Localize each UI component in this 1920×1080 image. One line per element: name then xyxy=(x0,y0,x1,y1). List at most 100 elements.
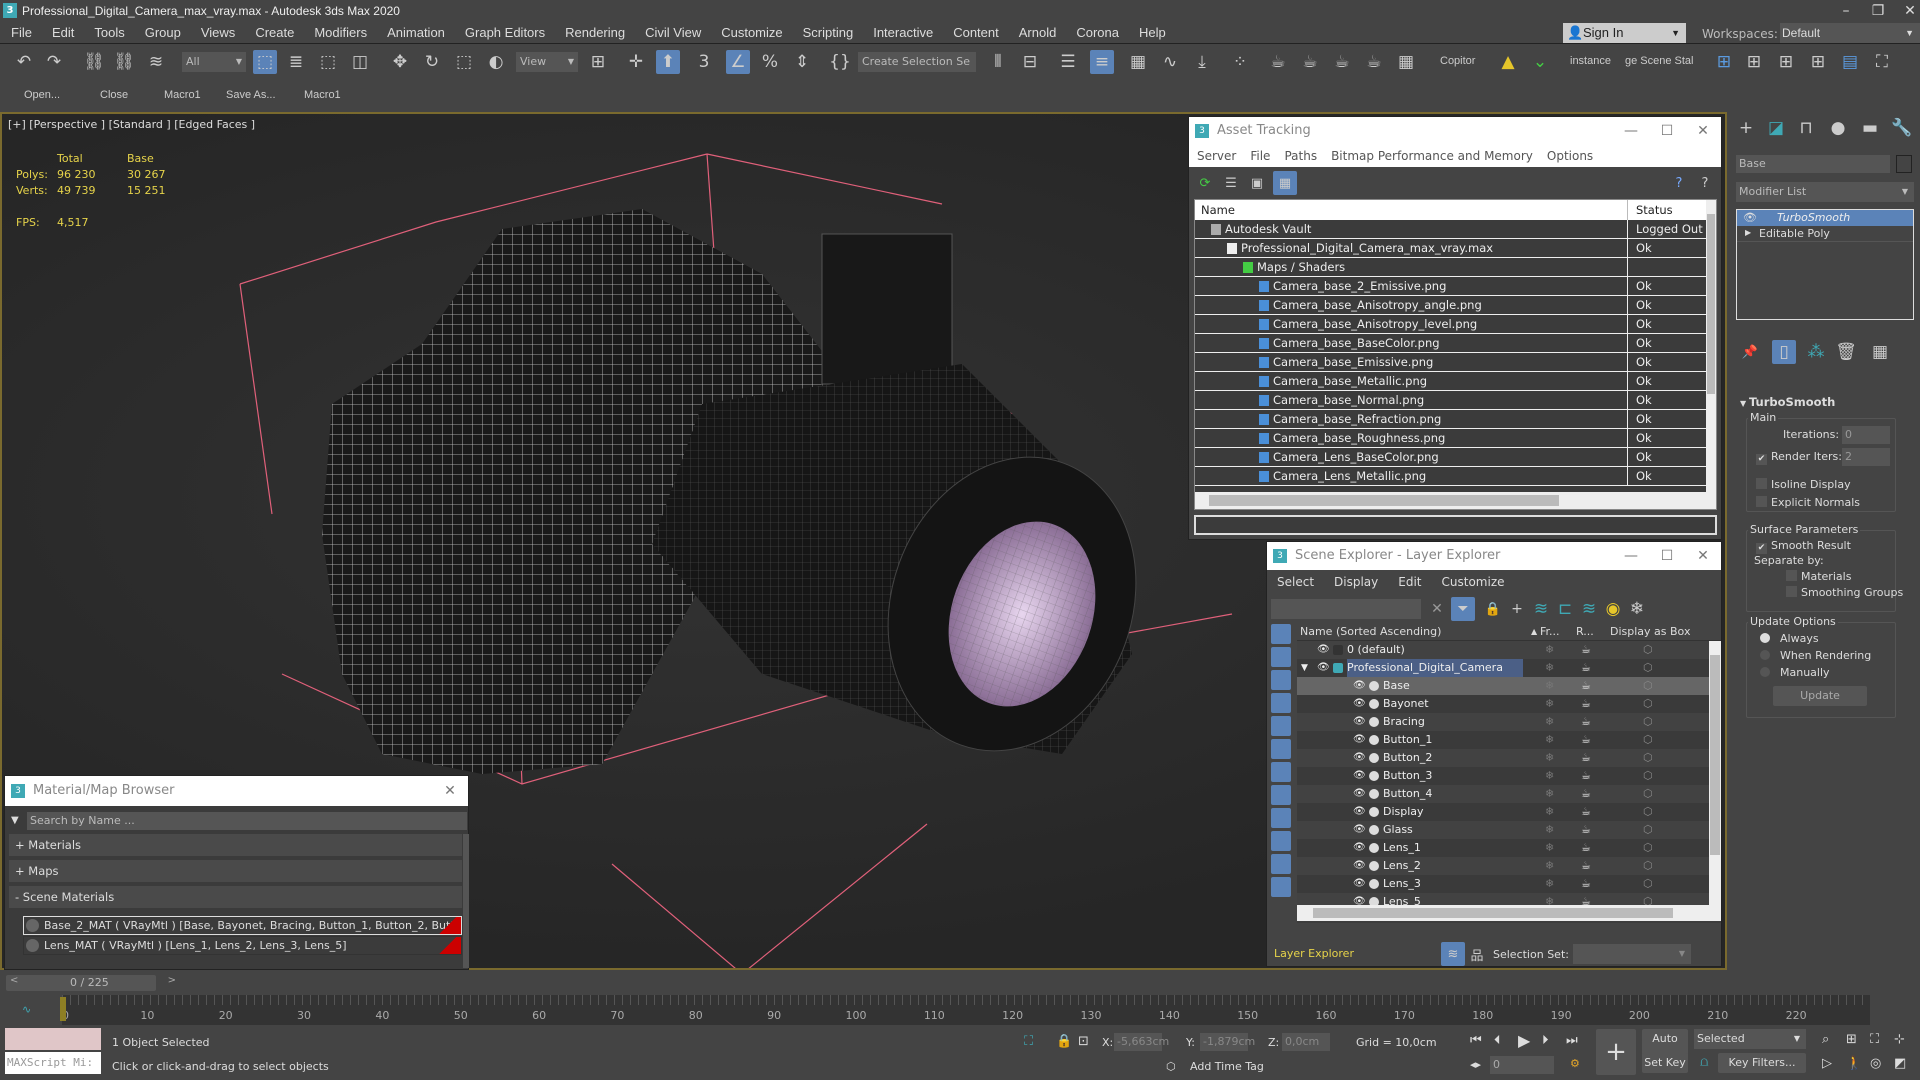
make-unique-icon[interactable]: ⁂ xyxy=(1804,340,1828,364)
asset-menu-item[interactable]: File xyxy=(1242,149,1276,163)
display-as-box-icon[interactable]: ⬡ xyxy=(1643,857,1653,875)
renderable-teapot-icon[interactable]: ☕ xyxy=(1581,713,1591,731)
table-view-icon[interactable]: ▦ xyxy=(1273,171,1297,195)
layer-stack-icon[interactable]: ≋ xyxy=(1577,597,1601,621)
maxscript-mini-input[interactable]: MAXScript Mi: xyxy=(5,1052,101,1074)
renderable-teapot-icon[interactable]: ☕ xyxy=(1581,677,1591,695)
time-slider[interactable]: < 0 / 225 > xyxy=(6,975,176,991)
go-to-start-icon[interactable]: ⏮ xyxy=(1470,1033,1482,1048)
menu-rendering[interactable]: Rendering xyxy=(554,25,634,40)
key-tangent-icon[interactable]: ⩍ xyxy=(1700,1055,1708,1070)
renderable-teapot-icon[interactable]: ☕ xyxy=(1581,857,1591,875)
field-of-view-icon[interactable]: ▷ xyxy=(1822,1056,1832,1071)
iterations-spinner[interactable]: 0 xyxy=(1842,426,1890,444)
move-icon[interactable]: ✥ xyxy=(388,50,412,74)
render-cloud-icon[interactable]: ☕ xyxy=(1362,50,1386,74)
freeze-icon[interactable]: ❄ xyxy=(1625,597,1649,621)
asset-menu-item[interactable]: Bitmap Performance and Memory xyxy=(1323,149,1539,163)
layer-row[interactable]: ▼ 👁 Professional_Digital_Camera ❄ ☕ ⬡ xyxy=(1297,659,1709,677)
next-frame-icon[interactable]: > xyxy=(168,975,176,986)
hide-icon[interactable]: ◉ xyxy=(1601,597,1625,621)
freeze-icon[interactable]: ❄ xyxy=(1545,839,1554,857)
menu-arnold[interactable]: Arnold xyxy=(1008,25,1066,40)
asset-row[interactable]: Professional_Digital_Camera_max_vray.max… xyxy=(1195,239,1706,258)
bone-filter-icon[interactable] xyxy=(1271,808,1291,828)
when-rendering-radio[interactable]: When Rendering xyxy=(1760,649,1871,662)
minimize-button[interactable]: — xyxy=(1613,117,1649,145)
close-button[interactable]: ✕ xyxy=(1890,0,1920,22)
warning-icon[interactable]: ▲ xyxy=(1496,50,1520,74)
render-iters-checkbox[interactable]: ✔ Render Iters: xyxy=(1756,450,1842,465)
layer-row[interactable]: 👁 Button_3 ❄ ☕ ⬡ xyxy=(1297,767,1709,785)
asset-menu-item[interactable]: Server xyxy=(1189,149,1242,163)
freeze-icon[interactable]: ❄ xyxy=(1545,677,1554,695)
display-as-box-icon[interactable]: ⬡ xyxy=(1643,803,1653,821)
hidden-filter-icon[interactable] xyxy=(1271,877,1291,897)
lock-icon[interactable]: 🔒 xyxy=(1481,597,1505,621)
copitor-button[interactable]: Copitor xyxy=(1440,55,1475,67)
renderable-teapot-icon[interactable]: ☕ xyxy=(1581,875,1591,893)
explorer-menu-item[interactable]: Edit xyxy=(1388,575,1431,589)
maximize-toggle-icon[interactable]: ◩ xyxy=(1894,1056,1906,1071)
workspace-dropdown[interactable]: Default ▼ xyxy=(1780,23,1920,43)
visibility-eye-icon[interactable]: 👁 xyxy=(1353,731,1366,749)
materials-checkbox[interactable]: Materials xyxy=(1786,570,1851,583)
x-coordinate-field[interactable]: -5,663cm xyxy=(1114,1033,1169,1051)
chevron-double-down-icon[interactable]: ⌄ xyxy=(1528,50,1552,74)
renderable-teapot-icon[interactable]: ☕ xyxy=(1581,767,1591,785)
layer-row[interactable]: 👁 Bracing ❄ ☕ ⬡ xyxy=(1297,713,1709,731)
zoom-extents-all-icon[interactable]: ⊹ xyxy=(1894,1032,1905,1047)
layer-row[interactable]: 👁 Display ❄ ☕ ⬡ xyxy=(1297,803,1709,821)
thumbnail-view-icon[interactable]: ▣ xyxy=(1245,171,1269,195)
selection-set-dropdown[interactable]: ▼ xyxy=(1573,944,1691,964)
visibility-eye-icon[interactable]: 👁 xyxy=(1353,677,1366,695)
visibility-eye-icon[interactable]: 👁 xyxy=(1353,785,1366,803)
macro-button[interactable]: Save As... xyxy=(226,89,276,101)
vertical-scrollbar[interactable] xyxy=(1709,641,1721,905)
vertical-scrollbar[interactable] xyxy=(1706,200,1716,492)
lock-selection-icon[interactable]: ⊞ xyxy=(1774,50,1798,74)
angle-snap-icon[interactable]: ∠ xyxy=(726,50,750,74)
scene-search-input[interactable] xyxy=(1271,599,1421,619)
go-to-end-icon[interactable]: ⏭ xyxy=(1566,1033,1578,1048)
isoline-display-checkbox[interactable]: Isoline Display xyxy=(1756,478,1851,491)
display-as-box-icon[interactable]: ⬡ xyxy=(1643,695,1653,713)
asset-row[interactable]: Camera_base_Metallic.png Ok xyxy=(1195,372,1706,391)
freeze-icon[interactable]: ❄ xyxy=(1545,749,1554,767)
menu-interactive[interactable]: Interactive xyxy=(862,25,942,40)
maximize-viewport-icon[interactable]: ⛶ xyxy=(1870,50,1894,74)
help-icon[interactable]: ? xyxy=(1667,171,1691,195)
display-tab-icon[interactable]: ▬ xyxy=(1858,116,1882,140)
curve-editor-mini-icon[interactable]: ∿ xyxy=(22,1003,31,1016)
layer-row[interactable]: 👁 Lens_5 ❄ ☕ ⬡ xyxy=(1297,893,1709,905)
scene-material-item[interactable]: Lens_MAT ( VRayMtl ) [Lens_1, Lens_2, Le… xyxy=(23,936,462,955)
freeze-icon[interactable]: ❄ xyxy=(1545,785,1554,803)
layer-row[interactable]: 👁 Base ❄ ☕ ⬡ xyxy=(1297,677,1709,695)
redo-icon[interactable]: ↷ xyxy=(42,50,66,74)
object-filter-icon[interactable] xyxy=(1271,624,1291,644)
col-display-as-box-header[interactable]: Display as Box xyxy=(1610,623,1690,641)
renderable-teapot-icon[interactable]: ☕ xyxy=(1581,749,1591,767)
search-options-icon[interactable]: ▼ xyxy=(11,815,19,826)
utilities-tab-icon[interactable]: 🔧 xyxy=(1890,116,1914,140)
material-search-input[interactable]: Search by Name ... xyxy=(27,812,467,830)
scene-explorer-titlebar[interactable]: 3 Scene Explorer - Layer Explorer — ☐ ✕ xyxy=(1267,542,1721,570)
asset-menu-item[interactable]: Paths xyxy=(1276,149,1323,163)
visibility-eye-icon[interactable]: 👁 xyxy=(1353,839,1366,857)
freeze-icon[interactable]: ❄ xyxy=(1545,821,1554,839)
display-as-box-icon[interactable]: ⬡ xyxy=(1643,839,1653,857)
display-as-box-icon[interactable]: ⬡ xyxy=(1643,749,1653,767)
display-as-box-icon[interactable]: ⬡ xyxy=(1643,821,1653,839)
set-keys-icon[interactable]: + xyxy=(1596,1029,1636,1075)
render-setup-icon[interactable]: ⁘ xyxy=(1228,50,1252,74)
explicit-normals-checkbox[interactable]: Explicit Normals xyxy=(1756,496,1860,509)
placement-icon[interactable]: ◐ xyxy=(484,50,508,74)
select-object-icon[interactable]: ⬚ xyxy=(253,50,277,74)
expand-triangle-icon[interactable]: ▼ xyxy=(1301,659,1308,677)
maximize-button[interactable]: ☐ xyxy=(1649,542,1685,570)
bind-space-warp-icon[interactable]: ≋ xyxy=(144,50,168,74)
zoom-all-icon[interactable]: ⊞ xyxy=(1846,1032,1857,1047)
freeze-icon[interactable]: ❄ xyxy=(1545,857,1554,875)
refresh-icon[interactable]: ⟳ xyxy=(1193,171,1217,195)
visibility-eye-icon[interactable]: 👁 xyxy=(1353,749,1366,767)
